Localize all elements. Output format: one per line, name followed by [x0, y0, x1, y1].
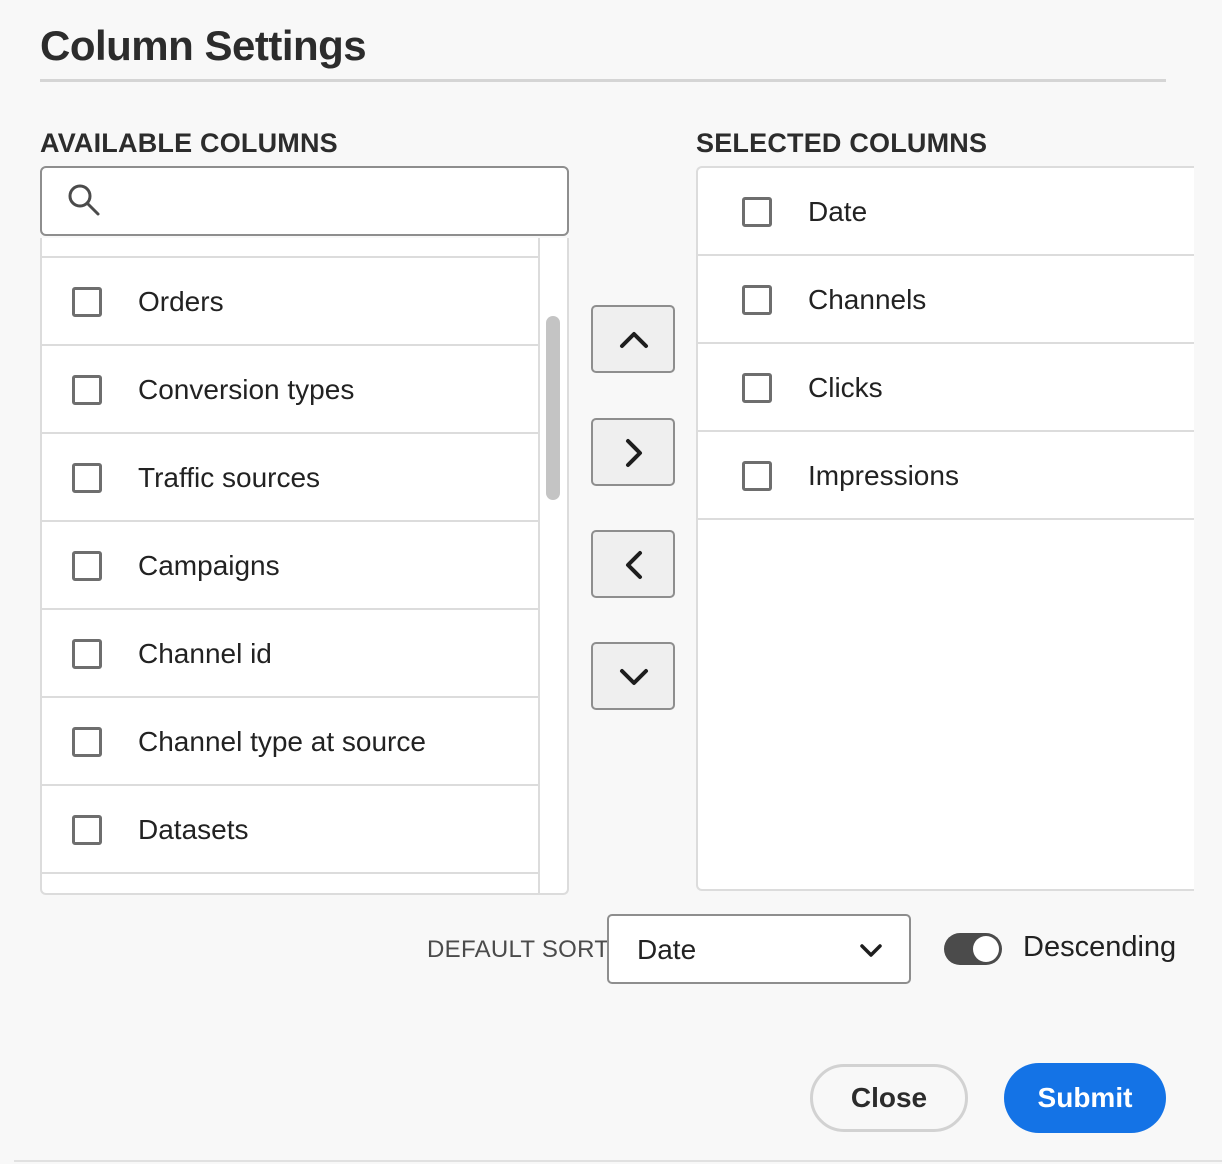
- list-item-label: Impressions: [808, 460, 959, 491]
- list-item-label: Datasets: [138, 814, 249, 845]
- column-settings-dialog: Column Settings AVAILABLE COLUMNS Orders…: [0, 0, 1222, 1164]
- chevron-left-icon: [626, 551, 642, 579]
- toggle-knob: [973, 936, 999, 962]
- chevron-right-icon: [626, 439, 642, 467]
- list-item[interactable]: Datasets: [42, 784, 540, 872]
- list-item-label: Orders: [138, 286, 224, 317]
- descending-toggle[interactable]: [944, 933, 1002, 965]
- checkbox[interactable]: [742, 461, 772, 491]
- search-field[interactable]: [40, 166, 569, 236]
- list-item[interactable]: [42, 872, 540, 893]
- list-item-label: Traffic sources: [138, 462, 321, 493]
- chevron-up-icon: [620, 332, 648, 348]
- list-item-label: Campaigns: [138, 550, 280, 581]
- list-item[interactable]: Clicks: [698, 344, 1194, 432]
- list-item-label: Channel type at source: [138, 726, 426, 757]
- checkbox[interactable]: [742, 373, 772, 403]
- selected-columns-heading: SELECTED COLUMNS: [696, 128, 988, 158]
- selected-columns-list[interactable]: Date Channels Clicks Impressions: [696, 166, 1194, 891]
- checkbox[interactable]: [72, 375, 102, 405]
- list-item[interactable]: Campaigns: [42, 520, 540, 608]
- list-item[interactable]: Channel id: [42, 608, 540, 696]
- move-up-button[interactable]: [591, 305, 675, 373]
- checkbox[interactable]: [742, 285, 772, 315]
- submit-button[interactable]: Submit: [1004, 1063, 1166, 1133]
- add-to-selected-button[interactable]: [591, 418, 675, 486]
- checkbox[interactable]: [72, 551, 102, 581]
- list-item-label: Channel id: [138, 638, 272, 669]
- list-item[interactable]: Traffic sources: [42, 432, 540, 520]
- footer-divider: [14, 1160, 1222, 1162]
- list-item-label: Channels: [808, 284, 927, 315]
- list-item-label: Date: [808, 196, 868, 227]
- search-icon: [68, 184, 100, 216]
- list-item[interactable]: Impressions: [698, 432, 1194, 520]
- list-item[interactable]: Date: [698, 168, 1194, 256]
- list-item[interactable]: Orders: [42, 256, 540, 344]
- checkbox[interactable]: [72, 463, 102, 493]
- close-button[interactable]: Close: [810, 1064, 968, 1132]
- checkbox[interactable]: [72, 639, 102, 669]
- scrollbar-track[interactable]: [538, 238, 540, 893]
- default-sort-value: Date: [637, 934, 697, 965]
- dialog-title: Column Settings: [40, 22, 367, 69]
- move-down-button[interactable]: [591, 642, 675, 710]
- available-columns-heading: AVAILABLE COLUMNS: [40, 128, 338, 158]
- checkbox[interactable]: [72, 727, 102, 757]
- checkbox[interactable]: [742, 197, 772, 227]
- list-item[interactable]: Channels: [698, 256, 1194, 344]
- search-input[interactable]: [114, 178, 544, 224]
- checkbox[interactable]: [72, 815, 102, 845]
- list-item-label: Conversion types: [138, 374, 355, 405]
- default-sort-select[interactable]: Date: [607, 914, 911, 984]
- chevron-down-icon: [620, 669, 648, 685]
- list-item[interactable]: Channel type at source: [42, 696, 540, 784]
- list-item-label: Clicks: [808, 372, 883, 403]
- remove-from-selected-button[interactable]: [591, 530, 675, 598]
- descending-label: Descending: [1023, 931, 1177, 963]
- available-columns-list[interactable]: Orders Conversion types Traffic sources …: [40, 238, 569, 895]
- default-sort-label: DEFAULT SORT: [427, 936, 610, 963]
- list-item[interactable]: Conversion types: [42, 344, 540, 432]
- checkbox[interactable]: [72, 287, 102, 317]
- scrollbar-thumb[interactable]: [546, 316, 560, 500]
- chevron-down-icon: [860, 944, 882, 957]
- title-divider: [40, 79, 1166, 82]
